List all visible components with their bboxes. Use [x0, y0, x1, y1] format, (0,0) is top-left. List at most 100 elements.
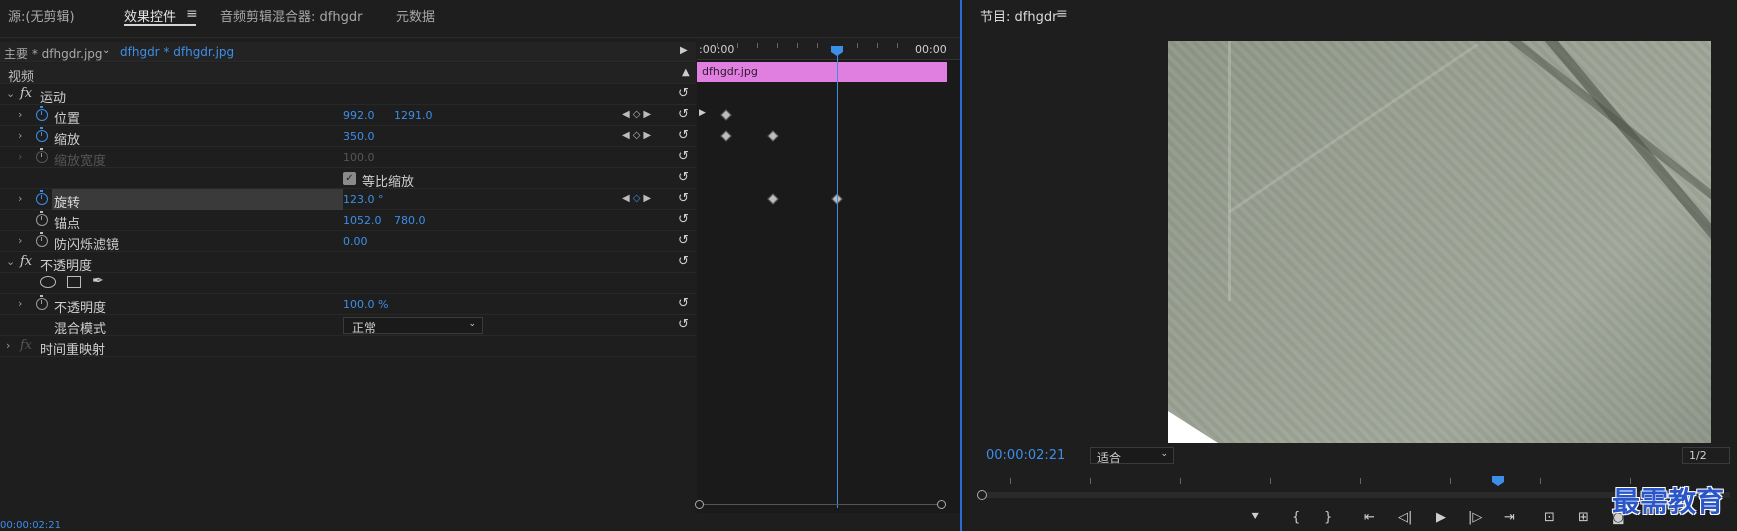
program-title[interactable]: 节目: dfhgdr — [980, 6, 1057, 25]
stopwatch-icon[interactable] — [36, 232, 48, 247]
effect-timecode[interactable]: 00:00:02:21 — [0, 520, 61, 531]
motion-effect-row[interactable]: ⌄ fx 运动 ↺ — [0, 84, 696, 106]
reset-icon[interactable]: ↺ — [678, 191, 689, 206]
tab-audio-mixer[interactable]: 音频剪辑混合器: dfhgdr — [220, 6, 362, 25]
resolution-value: 1/2 — [1689, 449, 1707, 462]
program-timecode[interactable]: 00:00:02:21 — [986, 448, 1065, 463]
blend-mode-label: 混合模式 — [54, 322, 107, 337]
chevron-right-icon[interactable]: › — [6, 339, 10, 352]
panel-menu-icon[interactable]: ≡ — [1056, 6, 1068, 22]
position-x-value[interactable]: 992.0 — [343, 109, 375, 122]
keyframe-nav-icon[interactable]: ◀◇▶ — [622, 193, 654, 204]
reset-icon[interactable]: ↺ — [678, 233, 689, 248]
rectangle-mask-icon[interactable] — [67, 276, 81, 288]
ellipse-mask-icon[interactable] — [40, 276, 56, 288]
opacity-row[interactable]: › 不透明度 100.0 % ↺ — [0, 294, 696, 316]
scale-value[interactable]: 350.0 — [343, 130, 375, 143]
tab-metadata[interactable]: 元数据 — [396, 6, 435, 25]
ruler-tick — [797, 43, 798, 48]
reset-icon[interactable]: ↺ — [678, 86, 689, 101]
mark-in-icon[interactable]: { — [1292, 510, 1300, 525]
chevron-right-icon[interactable]: › — [18, 297, 22, 310]
anchor-x-value[interactable]: 1052.0 — [343, 214, 382, 227]
zoom-handle-left[interactable] — [695, 500, 704, 509]
keyframe-nav-icon[interactable]: ◀◇▶ — [622, 109, 654, 120]
panel-menu-icon[interactable]: ≡ — [186, 6, 198, 22]
scroll-handle[interactable] — [977, 490, 987, 500]
pen-mask-icon[interactable]: ✒ — [92, 273, 104, 289]
tab-source[interactable]: 源:(无剪辑) — [8, 6, 75, 25]
reset-icon[interactable]: ↺ — [678, 128, 689, 143]
anchor-y-value[interactable]: 780.0 — [394, 214, 426, 227]
chevron-down-icon[interactable]: ⌄ — [6, 255, 15, 268]
reset-icon[interactable]: ↺ — [678, 149, 689, 164]
extract-icon[interactable]: ⊞ — [1578, 510, 1589, 525]
master-clip-label[interactable]: 主要 * dfhgdr.jpg — [4, 45, 103, 62]
reset-icon[interactable]: ↺ — [678, 296, 689, 311]
scale-row[interactable]: › 缩放 350.0 ◀◇▶ ↺ — [0, 126, 696, 148]
reset-icon[interactable]: ↺ — [678, 212, 689, 227]
scroll-up-icon[interactable]: ▲ — [682, 67, 690, 78]
step-back-icon[interactable]: ◁| — [1398, 510, 1412, 525]
chevron-right-icon[interactable]: › — [18, 129, 22, 142]
position-y-value[interactable]: 1291.0 — [394, 109, 433, 122]
zoom-handle-right[interactable] — [937, 500, 946, 509]
go-to-out-icon[interactable]: ⇥ — [1504, 510, 1515, 525]
anchor-row[interactable]: 锚点 1052.0 780.0 ↺ — [0, 210, 696, 232]
chevron-right-icon[interactable]: › — [18, 108, 22, 121]
timeline-zoom-scrollbar[interactable] — [695, 500, 946, 512]
expand-timeline-icon[interactable]: ▶ — [680, 45, 688, 56]
sequence-clip-label[interactable]: dfhgdr * dfhgdr.jpg — [120, 45, 234, 59]
keyframe-diamond[interactable] — [720, 109, 732, 121]
keyframe-diamond[interactable] — [767, 130, 779, 142]
reset-icon[interactable]: ↺ — [678, 254, 689, 269]
stopwatch-icon[interactable] — [36, 295, 48, 310]
effect-timeline[interactable]: :00:00 00:00 dfhgdr.jpg ▶ — [695, 38, 960, 513]
position-row[interactable]: › 位置 992.0 1291.0 ◀◇▶ ↺ — [0, 105, 696, 127]
opacity-effect-row[interactable]: ⌄ fx 不透明度 ↺ — [0, 252, 696, 274]
blend-mode-select[interactable]: 正常 ⌄ — [343, 317, 483, 335]
add-marker-icon[interactable]: ⯆ — [1250, 510, 1260, 525]
timeline-ruler[interactable]: :00:00 00:00 — [697, 38, 960, 60]
stopwatch-icon[interactable] — [36, 211, 48, 226]
zoom-fit-select[interactable]: 适合 ⌄ — [1090, 447, 1174, 465]
blend-mode-row[interactable]: 混合模式 正常 ⌄ ↺ — [0, 315, 696, 337]
chevron-right-icon[interactable]: › — [18, 192, 22, 205]
fx-icon[interactable]: fx — [20, 86, 32, 101]
timeline-clip[interactable]: dfhgdr.jpg — [697, 62, 947, 82]
chevron-down-icon[interactable]: ⌄ — [6, 87, 15, 100]
rotation-row[interactable]: › 旋转 123.0 ° ◀◇▶ ↺ — [0, 189, 696, 211]
timeline-clip-name: dfhgdr.jpg — [702, 65, 758, 78]
keyframe-diamond[interactable] — [720, 130, 732, 142]
chevron-down-icon[interactable]: ⌄ — [102, 45, 110, 56]
stopwatch-icon[interactable] — [36, 127, 48, 142]
opacity-value[interactable]: 100.0 % — [343, 298, 388, 311]
playback-resolution-select[interactable]: 1/2 — [1682, 447, 1730, 464]
chevron-right-icon[interactable]: › — [18, 234, 22, 247]
fx-icon[interactable]: fx — [20, 254, 32, 269]
tab-underline — [124, 24, 196, 26]
program-video-frame[interactable] — [1168, 41, 1711, 443]
scale-label: 缩放 — [54, 133, 81, 148]
ruler-tick — [1360, 478, 1361, 484]
mask-tools-row: ✒ — [0, 273, 696, 294]
time-remap-row[interactable]: › fx 时间重映射 — [0, 336, 696, 358]
uniform-scale-checkbox[interactable]: ✓ — [343, 172, 356, 185]
stopwatch-icon[interactable] — [36, 106, 48, 121]
keyframe-diamond[interactable] — [767, 193, 779, 205]
tab-effect-controls[interactable]: 效果控件 — [124, 6, 196, 26]
rotation-value[interactable]: 123.0 ° — [343, 193, 384, 206]
step-forward-icon[interactable]: |▷ — [1468, 510, 1482, 525]
stopwatch-icon[interactable] — [36, 190, 48, 205]
reset-icon[interactable]: ↺ — [678, 317, 689, 332]
mark-out-icon[interactable]: } — [1324, 510, 1332, 525]
play-icon[interactable]: ▶ — [1436, 510, 1446, 525]
anti-flicker-value[interactable]: 0.00 — [343, 235, 368, 248]
reset-icon[interactable]: ↺ — [678, 170, 689, 185]
blend-mode-value: 正常 — [352, 321, 377, 335]
keyframe-nav-icon[interactable]: ◀◇▶ — [622, 130, 654, 141]
reset-icon[interactable]: ↺ — [678, 107, 689, 122]
anti-flicker-row[interactable]: › 防闪烁滤镜 0.00 ↺ — [0, 231, 696, 253]
lift-icon[interactable]: ⊡ — [1544, 510, 1555, 525]
go-to-in-icon[interactable]: ⇤ — [1364, 510, 1375, 525]
